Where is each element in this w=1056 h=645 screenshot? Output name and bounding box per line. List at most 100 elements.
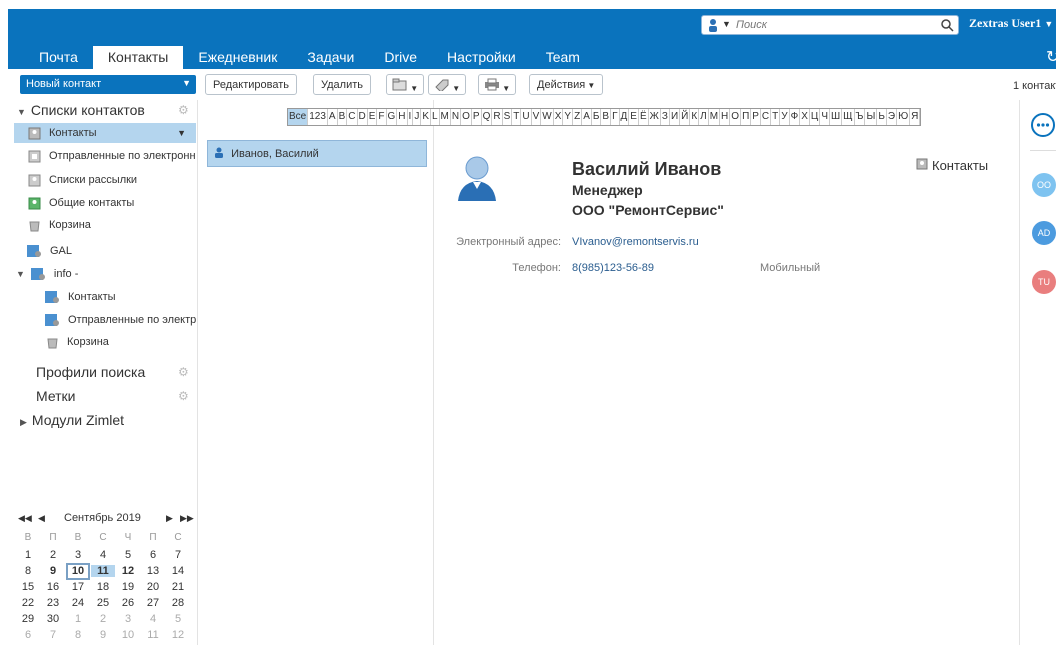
calendar-day[interactable]: 27 xyxy=(141,597,165,609)
email-link[interactable]: VIvanov@remontservis.ru xyxy=(572,236,699,248)
tab-team[interactable]: Team xyxy=(531,46,595,69)
search-input[interactable] xyxy=(736,17,926,33)
user-menu[interactable]: Zextras User1 ▼ xyxy=(969,16,1053,31)
calendar-day[interactable]: 6 xyxy=(141,549,165,561)
expand-triangle-icon[interactable]: ▶ xyxy=(20,417,27,427)
new-contact-button[interactable]: Новый контакт ▼ xyxy=(20,75,196,94)
list-item[interactable]: Иванов, Василий xyxy=(207,140,427,167)
calendar-day[interactable]: 9 xyxy=(91,629,115,641)
user-badge[interactable]: TU xyxy=(1032,270,1056,294)
sidebar-item-contacts[interactable]: Контакты ▼ xyxy=(14,123,196,143)
calendar-day[interactable]: 12 xyxy=(116,565,140,577)
tab-settings[interactable]: Настройки xyxy=(432,46,531,69)
calendar-day[interactable]: 10 xyxy=(66,563,90,580)
calendar-day[interactable]: 18 xyxy=(91,581,115,593)
contact-lists-header[interactable]: ▼ Списки контактов xyxy=(17,102,145,118)
calendar-day[interactable]: 1 xyxy=(16,549,40,561)
chevron-down-icon[interactable]: ▼ xyxy=(177,128,186,138)
person-icon[interactable] xyxy=(706,18,720,32)
tag-button[interactable]: ▼ xyxy=(428,74,467,95)
prev-month-icon[interactable]: ◀ xyxy=(38,513,45,524)
calendar-day[interactable]: 4 xyxy=(141,613,165,625)
calendar-day[interactable]: 4 xyxy=(91,549,115,561)
gear-icon[interactable]: ⚙ xyxy=(178,390,190,402)
calendar-day[interactable]: 9 xyxy=(41,565,65,577)
sidebar-item-info-sent[interactable]: Отправленные по электронной почте xyxy=(44,310,196,330)
alphabet-letter[interactable]: B xyxy=(338,109,348,125)
user-badge[interactable]: OO xyxy=(1032,173,1056,197)
gear-icon[interactable]: ⚙ xyxy=(178,366,190,378)
calendar-day[interactable]: 30 xyxy=(41,613,65,625)
calendar-day[interactable]: 8 xyxy=(66,629,90,641)
calendar-day[interactable]: 5 xyxy=(116,549,140,561)
alphabet-letter[interactable]: D xyxy=(358,109,368,125)
calendar-day[interactable]: 7 xyxy=(41,629,65,641)
calendar-month[interactable]: Сентябрь 2019 xyxy=(64,512,141,524)
search-box[interactable]: ▼ xyxy=(701,15,959,35)
alphabet-letter[interactable]: C xyxy=(347,109,358,125)
edit-button[interactable]: Редактировать xyxy=(205,74,297,95)
sidebar-item-trash[interactable]: Корзина xyxy=(28,215,196,235)
alphabet-letter[interactable]: Все xyxy=(288,109,309,125)
calendar-day[interactable]: 29 xyxy=(16,613,40,625)
sidebar-item-info-trash[interactable]: Корзина xyxy=(46,332,196,352)
calendar-day[interactable]: 6 xyxy=(16,629,40,641)
calendar-day[interactable]: 24 xyxy=(66,597,90,609)
next-year-icon[interactable]: ▶▶ xyxy=(180,513,194,524)
tab-drive[interactable]: Drive xyxy=(369,46,432,69)
phone-value[interactable]: 8(985)123-56-89 xyxy=(572,262,654,274)
tab-tasks[interactable]: Задачи xyxy=(292,46,369,69)
search-icon[interactable] xyxy=(940,18,954,32)
calendar-day[interactable]: 11 xyxy=(91,565,115,577)
alphabet-letter[interactable]: K xyxy=(421,109,431,125)
sidebar-item-sent-contacts[interactable]: Отправленные по электронной почте xyxy=(28,146,196,166)
sidebar-item-info-contacts[interactable]: Контакты xyxy=(44,287,196,307)
calendar-day[interactable]: 28 xyxy=(166,597,190,609)
chevron-down-icon[interactable]: ▼ xyxy=(182,78,191,88)
tab-contacts[interactable]: Контакты xyxy=(92,46,184,69)
sidebar-item-gal[interactable]: GAL xyxy=(26,241,196,261)
collapse-triangle-icon[interactable]: ▼ xyxy=(17,107,26,117)
calendar-day[interactable]: 3 xyxy=(116,613,140,625)
calendar-day[interactable]: 12 xyxy=(166,629,190,641)
alphabet-letter[interactable]: F xyxy=(377,109,387,125)
delete-button[interactable]: Удалить xyxy=(313,74,371,95)
collapse-triangle-icon[interactable]: ▼ xyxy=(16,269,25,279)
calendar-day[interactable]: 14 xyxy=(166,565,190,577)
calendar-day[interactable]: 25 xyxy=(91,597,115,609)
prev-year-icon[interactable]: ◀◀ xyxy=(18,513,32,524)
calendar-day[interactable]: 19 xyxy=(116,581,140,593)
tab-mail[interactable]: Почта xyxy=(24,46,93,69)
refresh-icon[interactable]: ↻ xyxy=(1046,47,1056,67)
zimlets-header[interactable]: ▶ Модули Zimlet xyxy=(20,412,124,428)
sidebar-item-shared-contacts[interactable]: Общие контакты xyxy=(28,193,196,213)
alphabet-letter[interactable]: A xyxy=(328,109,338,125)
alphabet-letter[interactable]: G xyxy=(387,109,398,125)
calendar-day[interactable]: 2 xyxy=(91,613,115,625)
calendar-day[interactable]: 26 xyxy=(116,597,140,609)
calendar-day[interactable]: 10 xyxy=(116,629,140,641)
calendar-day[interactable]: 20 xyxy=(141,581,165,593)
calendar-day[interactable]: 22 xyxy=(16,597,40,609)
actions-button[interactable]: Действия ▼ xyxy=(529,74,604,95)
user-badge[interactable]: AD xyxy=(1032,221,1056,245)
search-profiles-header[interactable]: Профили поиска xyxy=(36,364,145,380)
chat-icon[interactable] xyxy=(1030,112,1056,138)
print-button[interactable]: ▼ xyxy=(478,74,517,95)
calendar-day[interactable]: 7 xyxy=(166,549,190,561)
alphabet-letter[interactable]: J xyxy=(413,109,422,125)
alphabet-letter[interactable]: E xyxy=(368,109,378,125)
alphabet-letter[interactable]: H xyxy=(397,109,408,125)
calendar-day[interactable]: 3 xyxy=(66,549,90,561)
tab-calendar[interactable]: Ежедневник xyxy=(183,46,292,69)
calendar-day[interactable]: 21 xyxy=(166,581,190,593)
calendar-day[interactable]: 8 xyxy=(16,565,40,577)
contact-folder[interactable]: Контакты xyxy=(916,158,988,173)
calendar-day[interactable]: 2 xyxy=(41,549,65,561)
tags-header[interactable]: Метки xyxy=(36,388,76,404)
calendar-day[interactable]: 11 xyxy=(141,629,165,641)
move-button[interactable]: ▼ xyxy=(386,74,425,95)
calendar-day[interactable]: 5 xyxy=(166,613,190,625)
calendar-day[interactable]: 1 xyxy=(66,613,90,625)
calendar-day[interactable]: 13 xyxy=(141,565,165,577)
